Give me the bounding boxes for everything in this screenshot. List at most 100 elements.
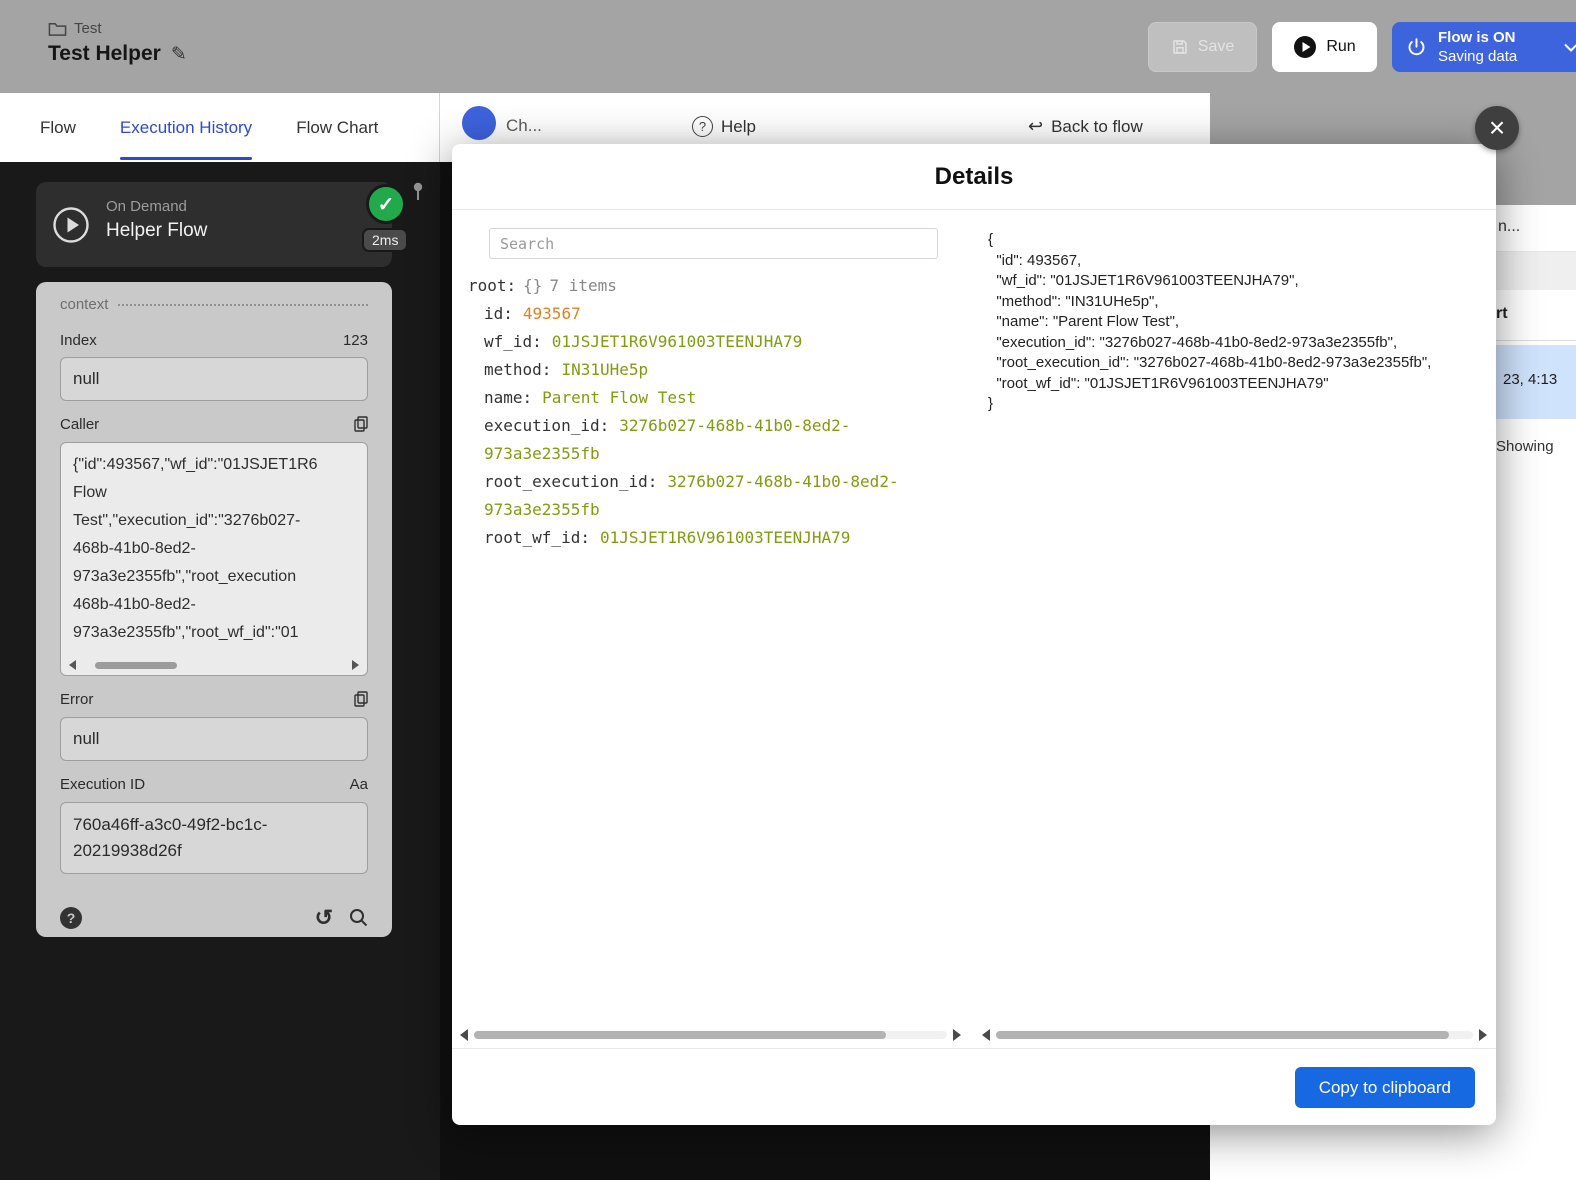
tab-flow[interactable]: Flow	[40, 93, 76, 162]
json-value: IN31UHe5p	[561, 360, 649, 379]
success-check-badge: ✓	[366, 184, 406, 224]
history-icon[interactable]: ↺	[315, 906, 333, 929]
caller-horizontal-scrollbar	[69, 660, 359, 670]
error-input[interactable]: null	[60, 717, 368, 761]
json-key: root_execution_id:	[484, 472, 658, 491]
scroll-right-arrow[interactable]	[352, 660, 359, 670]
json-tree-item[interactable]: execution_id: 3276b027-468b-41b0-8ed2-973…	[468, 412, 957, 468]
scrollbar-track[interactable]	[996, 1031, 1473, 1039]
index-label: Index	[60, 331, 97, 349]
index-input[interactable]: null	[60, 357, 368, 401]
execution-id-input[interactable]: 760a46ff-a3c0-49f2-bc1c-20219938d26f	[60, 802, 368, 874]
execution-timestamp-fragment: 23, 4:13	[1503, 371, 1558, 388]
json-key: wf_id:	[484, 332, 542, 351]
tree-horizontal-scrollbar	[460, 1028, 961, 1042]
execution-sidebar: On Demand Helper Flow ✓ 2ms context Inde…	[0, 162, 440, 1180]
text-type-hint[interactable]: Aa	[350, 776, 368, 793]
duration-badge: 2ms	[362, 228, 409, 252]
run-button[interactable]: Run	[1272, 22, 1377, 72]
number-type-hint[interactable]: 123	[343, 332, 368, 349]
flow-node-card[interactable]: On Demand Helper Flow	[36, 182, 392, 267]
back-to-flow-link[interactable]: ↩ Back to flow	[1028, 116, 1143, 137]
clipped-text-fragment: n...	[1498, 218, 1521, 235]
raw-json-pane[interactable]: { "id": 493567, "wf_id": "01JSJET1R6V961…	[975, 210, 1496, 1048]
json-tree-item[interactable]: id: 493567	[468, 300, 957, 328]
scroll-left-arrow[interactable]	[460, 1029, 468, 1041]
caller-line: 468b-41b0-8ed2-	[73, 540, 196, 557]
caller-field-header: Caller	[60, 415, 368, 433]
flow-app-avatar[interactable]	[462, 106, 496, 140]
tab-bar: Flow Execution History Flow Chart	[0, 93, 440, 162]
context-toolbar: ? ↺	[60, 899, 368, 936]
power-icon	[1406, 37, 1427, 58]
run-play-icon	[1293, 35, 1317, 59]
modal-footer: Copy to clipboard	[452, 1048, 1496, 1125]
node-title: Helper Flow	[106, 220, 208, 241]
json-key: method:	[484, 360, 552, 379]
breadcrumb: Test	[48, 20, 102, 37]
edit-icon[interactable]: ✎	[171, 43, 187, 66]
copy-icon[interactable]	[354, 691, 368, 707]
json-value: Parent Flow Test	[542, 388, 697, 407]
flow-status-toggle[interactable]: Flow is ON Saving data	[1392, 22, 1576, 72]
step-name-fragment: Ch...	[506, 116, 542, 135]
app-root: Test Test Helper ✎ Save Run Flow is ON S…	[0, 0, 1576, 1180]
scroll-left-arrow[interactable]	[69, 660, 76, 670]
raw-json-line: "method": "IN31UHe5p",	[988, 292, 1159, 310]
json-value: 01JSJET1R6V961003TEENJHA79	[599, 528, 851, 547]
node-type-label: On Demand	[106, 198, 187, 215]
caller-input[interactable]: {"id":493567,"wf_id":"01JSJET1R6 Flow Te…	[60, 442, 368, 676]
tab-flow-chart[interactable]: Flow Chart	[296, 93, 378, 162]
scroll-right-arrow[interactable]	[953, 1029, 961, 1041]
help-button[interactable]: ? Help	[692, 116, 756, 137]
raw-json-line: {	[988, 231, 994, 248]
close-icon[interactable]: ×	[1475, 106, 1519, 150]
json-tree-item[interactable]: method: IN31UHe5p	[468, 356, 957, 384]
folder-icon	[48, 21, 67, 37]
caller-line: 973a3e2355fb","root_wf_id":"01	[73, 624, 299, 641]
dotted-divider	[118, 304, 368, 306]
pin-icon[interactable]	[410, 182, 426, 207]
save-button[interactable]: Save	[1148, 22, 1257, 72]
json-tree-item[interactable]: wf_id: 01JSJET1R6V961003TEENJHA79	[468, 328, 957, 356]
question-icon[interactable]: ?	[60, 906, 82, 929]
caller-line: Flow	[73, 484, 107, 501]
flow-status-labels: Flow is ON Saving data	[1438, 28, 1517, 66]
tab-execution-history[interactable]: Execution History	[119, 93, 253, 162]
json-value: 493567	[522, 304, 581, 323]
index-field-header: Index 123	[60, 331, 368, 349]
save-icon	[1171, 38, 1189, 56]
raw-json-line: "execution_id": "3276b027-468b-41b0-8ed2…	[988, 333, 1398, 351]
copy-icon[interactable]	[354, 416, 368, 432]
scrollbar-thumb[interactable]	[95, 661, 177, 669]
scrollbar-track[interactable]	[474, 1031, 947, 1039]
scroll-right-arrow[interactable]	[1479, 1029, 1487, 1041]
raw-json-line: "name": "Parent Flow Test",	[988, 313, 1180, 330]
details-modal: × Details root: {} 7 items id: 493567 wf_id…	[452, 106, 1519, 1125]
raw-horizontal-scrollbar	[982, 1028, 1487, 1042]
root-key: root:	[468, 276, 517, 295]
raw-json-line: "id": 493567,	[988, 251, 1082, 269]
error-field-header: Error	[60, 690, 368, 708]
json-tree-item[interactable]: root_wf_id: 01JSJET1R6V961003TEENJHA79	[468, 524, 957, 552]
json-tree-item[interactable]: name: Parent Flow Test	[468, 384, 957, 412]
search-icon[interactable]	[349, 908, 368, 927]
json-tree-item[interactable]: root_execution_id: 3276b027-468b-41b0-8ed…	[468, 468, 957, 524]
error-label: Error	[60, 690, 94, 708]
scrollbar-track[interactable]	[81, 661, 347, 669]
help-label: Help	[721, 116, 756, 136]
back-to-flow-label: Back to flow	[1051, 116, 1143, 136]
chevron-down-icon[interactable]	[1564, 43, 1576, 52]
context-panel: context Index 123 null Caller {"id":4935…	[36, 282, 392, 937]
scrollbar-thumb[interactable]	[996, 1031, 1450, 1039]
copy-to-clipboard-button[interactable]: Copy to clipboard	[1294, 1067, 1475, 1108]
scrollbar-thumb[interactable]	[474, 1031, 886, 1039]
modal-body: root: {} 7 items id: 493567 wf_id: 01JSJET1R…	[452, 210, 1496, 1048]
raw-json-line: "wf_id": "01JSJET1R6V961003TEENJHA79",	[988, 272, 1299, 289]
search-input[interactable]	[489, 228, 938, 259]
json-tree-root[interactable]: root: {} 7 items	[468, 272, 957, 300]
scroll-left-arrow[interactable]	[982, 1029, 990, 1041]
caller-line: Test","execution_id":"3276b027-	[73, 512, 301, 529]
raw-json-line: }	[988, 395, 994, 412]
project-label: Test	[74, 20, 102, 37]
